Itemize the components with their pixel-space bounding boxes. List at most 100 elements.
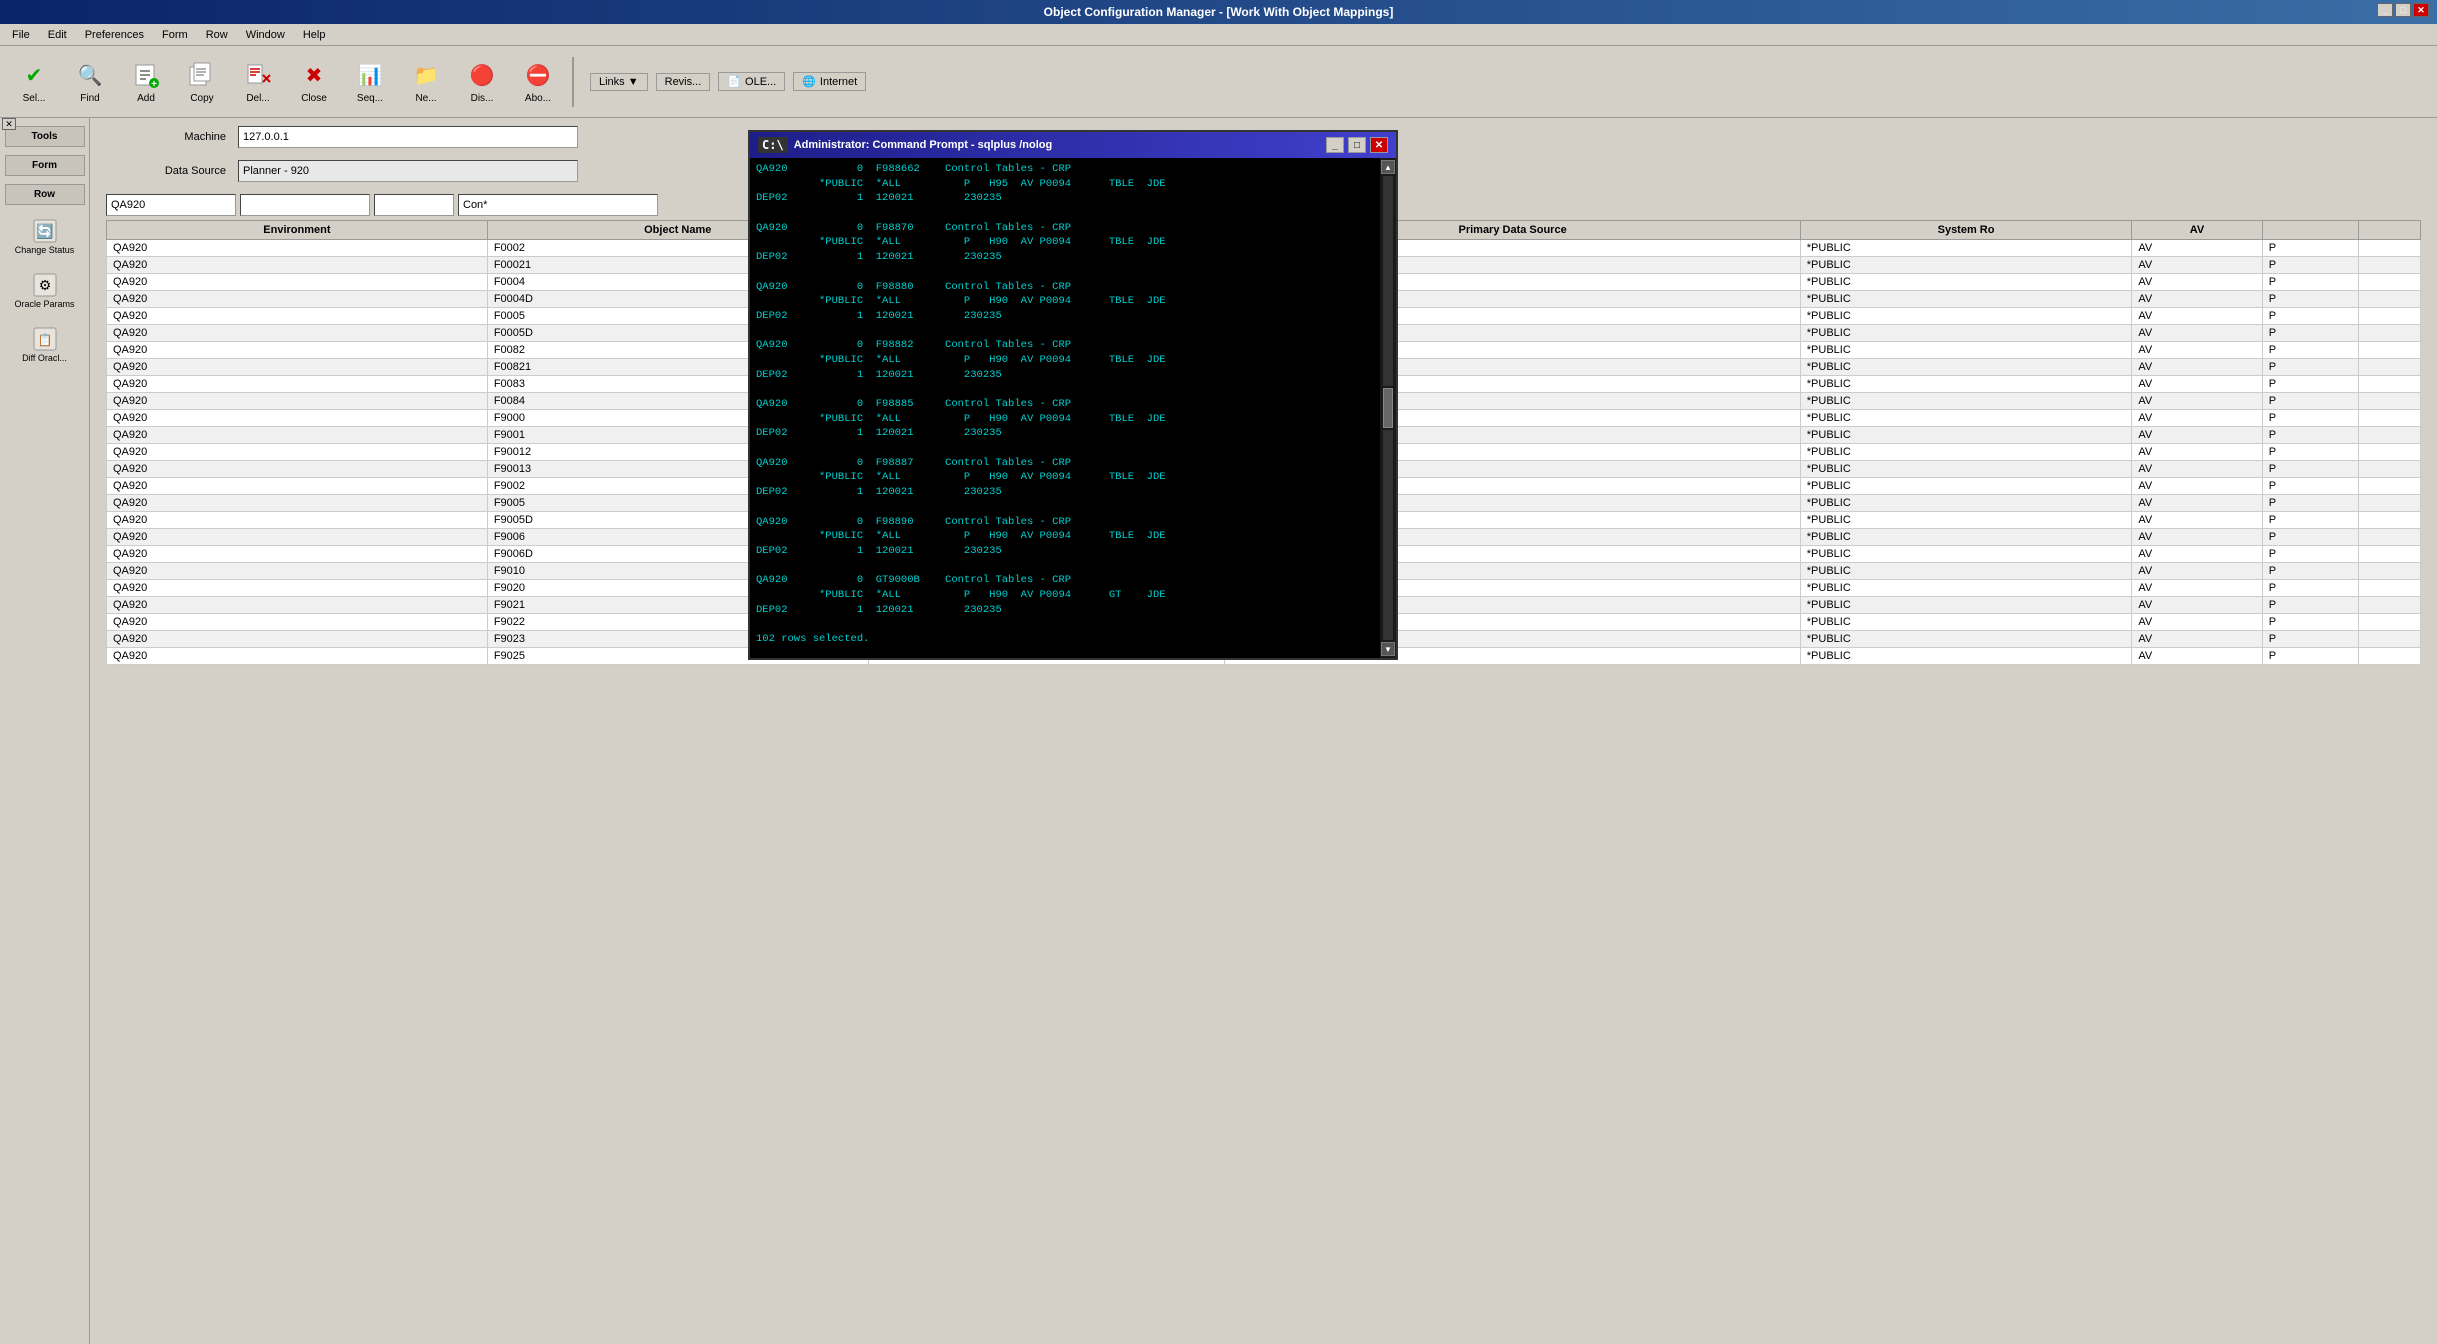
cmd-scroll-thumb[interactable] xyxy=(1383,388,1393,428)
minimize-btn[interactable]: _ xyxy=(2377,3,2393,17)
table-cell: QA920 xyxy=(107,257,488,274)
table-cell-extra: P xyxy=(2262,342,2359,359)
table-cell: QA920 xyxy=(107,461,488,478)
table-cell-extra: AV xyxy=(2132,597,2262,614)
env-filter-input[interactable] xyxy=(106,194,236,216)
machine-input[interactable] xyxy=(238,126,578,148)
sidebar-oracle-params[interactable]: ⚙ Oracle Params xyxy=(9,267,81,313)
table-cell: QA920 xyxy=(107,308,488,325)
table-cell-extra: AV xyxy=(2132,274,2262,291)
cmd-scroll-up[interactable]: ▲ xyxy=(1381,160,1395,174)
menu-file[interactable]: File xyxy=(4,27,38,43)
sidebar-form-label: Form xyxy=(32,160,57,171)
cmd-close-btn[interactable]: ✕ xyxy=(1370,137,1388,153)
table-cell-extra xyxy=(2359,648,2421,665)
sidebar-tools-section: Tools xyxy=(5,126,85,147)
table-cell-extra: AV xyxy=(2132,444,2262,461)
table-cell-extra xyxy=(2359,274,2421,291)
sidebar-diff-oracle[interactable]: 📋 Diff Oracl... xyxy=(9,321,81,367)
table-cell-extra: P xyxy=(2262,512,2359,529)
maximize-btn[interactable]: □ xyxy=(2395,3,2411,17)
links-dropdown[interactable]: Links ▼ xyxy=(590,73,648,91)
table-cell: *PUBLIC xyxy=(1800,597,2132,614)
table-cell-extra: P xyxy=(2262,495,2359,512)
menu-help[interactable]: Help xyxy=(295,27,334,43)
find-button[interactable]: 🔍 Find xyxy=(64,52,116,112)
table-cell-extra: AV xyxy=(2132,308,2262,325)
delete-button[interactable]: Del... xyxy=(232,52,284,112)
abort-button[interactable]: ⛔ Abo... xyxy=(512,52,564,112)
menu-window[interactable]: Window xyxy=(238,27,293,43)
table-cell: QA920 xyxy=(107,291,488,308)
internet-btn[interactable]: 🌐 Internet xyxy=(793,72,866,91)
table-cell: QA920 xyxy=(107,376,488,393)
table-cell-extra xyxy=(2359,478,2421,495)
table-cell-extra: AV xyxy=(2132,393,2262,410)
table-cell-extra xyxy=(2359,410,2421,427)
change-status-icon: 🔄 xyxy=(31,217,59,245)
diff-oracle-label: Diff Oracl... xyxy=(22,353,67,363)
table-cell: *PUBLIC xyxy=(1800,461,2132,478)
table-cell-extra: P xyxy=(2262,648,2359,665)
table-cell: *PUBLIC xyxy=(1800,257,2132,274)
table-cell-extra: AV xyxy=(2132,291,2262,308)
copy-button[interactable]: Copy xyxy=(176,52,228,112)
close-button[interactable]: ✖ Close xyxy=(288,52,340,112)
cmd-minimize-btn[interactable]: _ xyxy=(1326,137,1344,153)
revisions-btn[interactable]: Revis... xyxy=(656,73,711,91)
table-cell: QA920 xyxy=(107,359,488,376)
menu-preferences[interactable]: Preferences xyxy=(77,27,152,43)
seq-button[interactable]: 📊 Seq... xyxy=(344,52,396,112)
app-title: Object Configuration Manager - [Work Wit… xyxy=(1044,5,1394,19)
oracle-params-icon: ⚙ xyxy=(31,271,59,299)
table-cell-extra: P xyxy=(2262,240,2359,257)
table-cell: *PUBLIC xyxy=(1800,631,2132,648)
table-cell-extra: P xyxy=(2262,631,2359,648)
table-cell: *PUBLIC xyxy=(1800,478,2132,495)
toolbar-separator xyxy=(572,57,574,107)
close-btn[interactable]: ✕ xyxy=(2413,3,2429,17)
table-cell: *PUBLIC xyxy=(1800,614,2132,631)
table-cell-extra: P xyxy=(2262,410,2359,427)
ole-btn[interactable]: 📄 OLE... xyxy=(718,72,785,91)
table-cell: *PUBLIC xyxy=(1800,444,2132,461)
table-cell-extra: P xyxy=(2262,274,2359,291)
sidebar-change-status[interactable]: 🔄 Change Status xyxy=(9,213,81,259)
type-filter-input[interactable] xyxy=(374,194,454,216)
table-cell-extra: AV xyxy=(2132,342,2262,359)
table-cell-extra xyxy=(2359,597,2421,614)
cmd-scroll-down[interactable]: ▼ xyxy=(1381,642,1395,656)
con-filter-input[interactable] xyxy=(458,194,658,216)
table-cell: *PUBLIC xyxy=(1800,393,2132,410)
seq-icon: 📊 xyxy=(354,59,386,91)
dis-icon: 🔴 xyxy=(466,59,498,91)
select-button[interactable]: ✔ Sel... xyxy=(8,52,60,112)
datasource-input[interactable] xyxy=(238,160,578,182)
new-button[interactable]: 📁 Ne... xyxy=(400,52,452,112)
cmd-maximize-btn[interactable]: □ xyxy=(1348,137,1366,153)
col-av: AV xyxy=(2132,221,2262,240)
menu-bar: File Edit Preferences Form Row Window He… xyxy=(0,24,2437,46)
menu-row[interactable]: Row xyxy=(198,27,236,43)
table-cell: QA920 xyxy=(107,495,488,512)
obj-filter-input[interactable] xyxy=(240,194,370,216)
table-cell-extra: AV xyxy=(2132,325,2262,342)
table-cell-extra: AV xyxy=(2132,529,2262,546)
table-cell: *PUBLIC xyxy=(1800,274,2132,291)
sidebar-close-btn[interactable]: ✕ xyxy=(2,118,16,130)
table-cell: QA920 xyxy=(107,529,488,546)
menu-edit[interactable]: Edit xyxy=(40,27,75,43)
col-extra2 xyxy=(2359,221,2421,240)
cmd-title-bar: C:\ Administrator: Command Prompt - sqlp… xyxy=(750,132,1396,158)
table-cell: *PUBLIC xyxy=(1800,342,2132,359)
dis-button[interactable]: 🔴 Dis... xyxy=(456,52,508,112)
table-cell-extra: P xyxy=(2262,478,2359,495)
menu-form[interactable]: Form xyxy=(154,27,196,43)
table-cell-extra xyxy=(2359,291,2421,308)
col-extra1 xyxy=(2262,221,2359,240)
table-cell: QA920 xyxy=(107,325,488,342)
table-cell-extra: P xyxy=(2262,325,2359,342)
svg-text:+: + xyxy=(151,79,157,89)
add-button[interactable]: + Add xyxy=(120,52,172,112)
delete-icon xyxy=(242,59,274,91)
